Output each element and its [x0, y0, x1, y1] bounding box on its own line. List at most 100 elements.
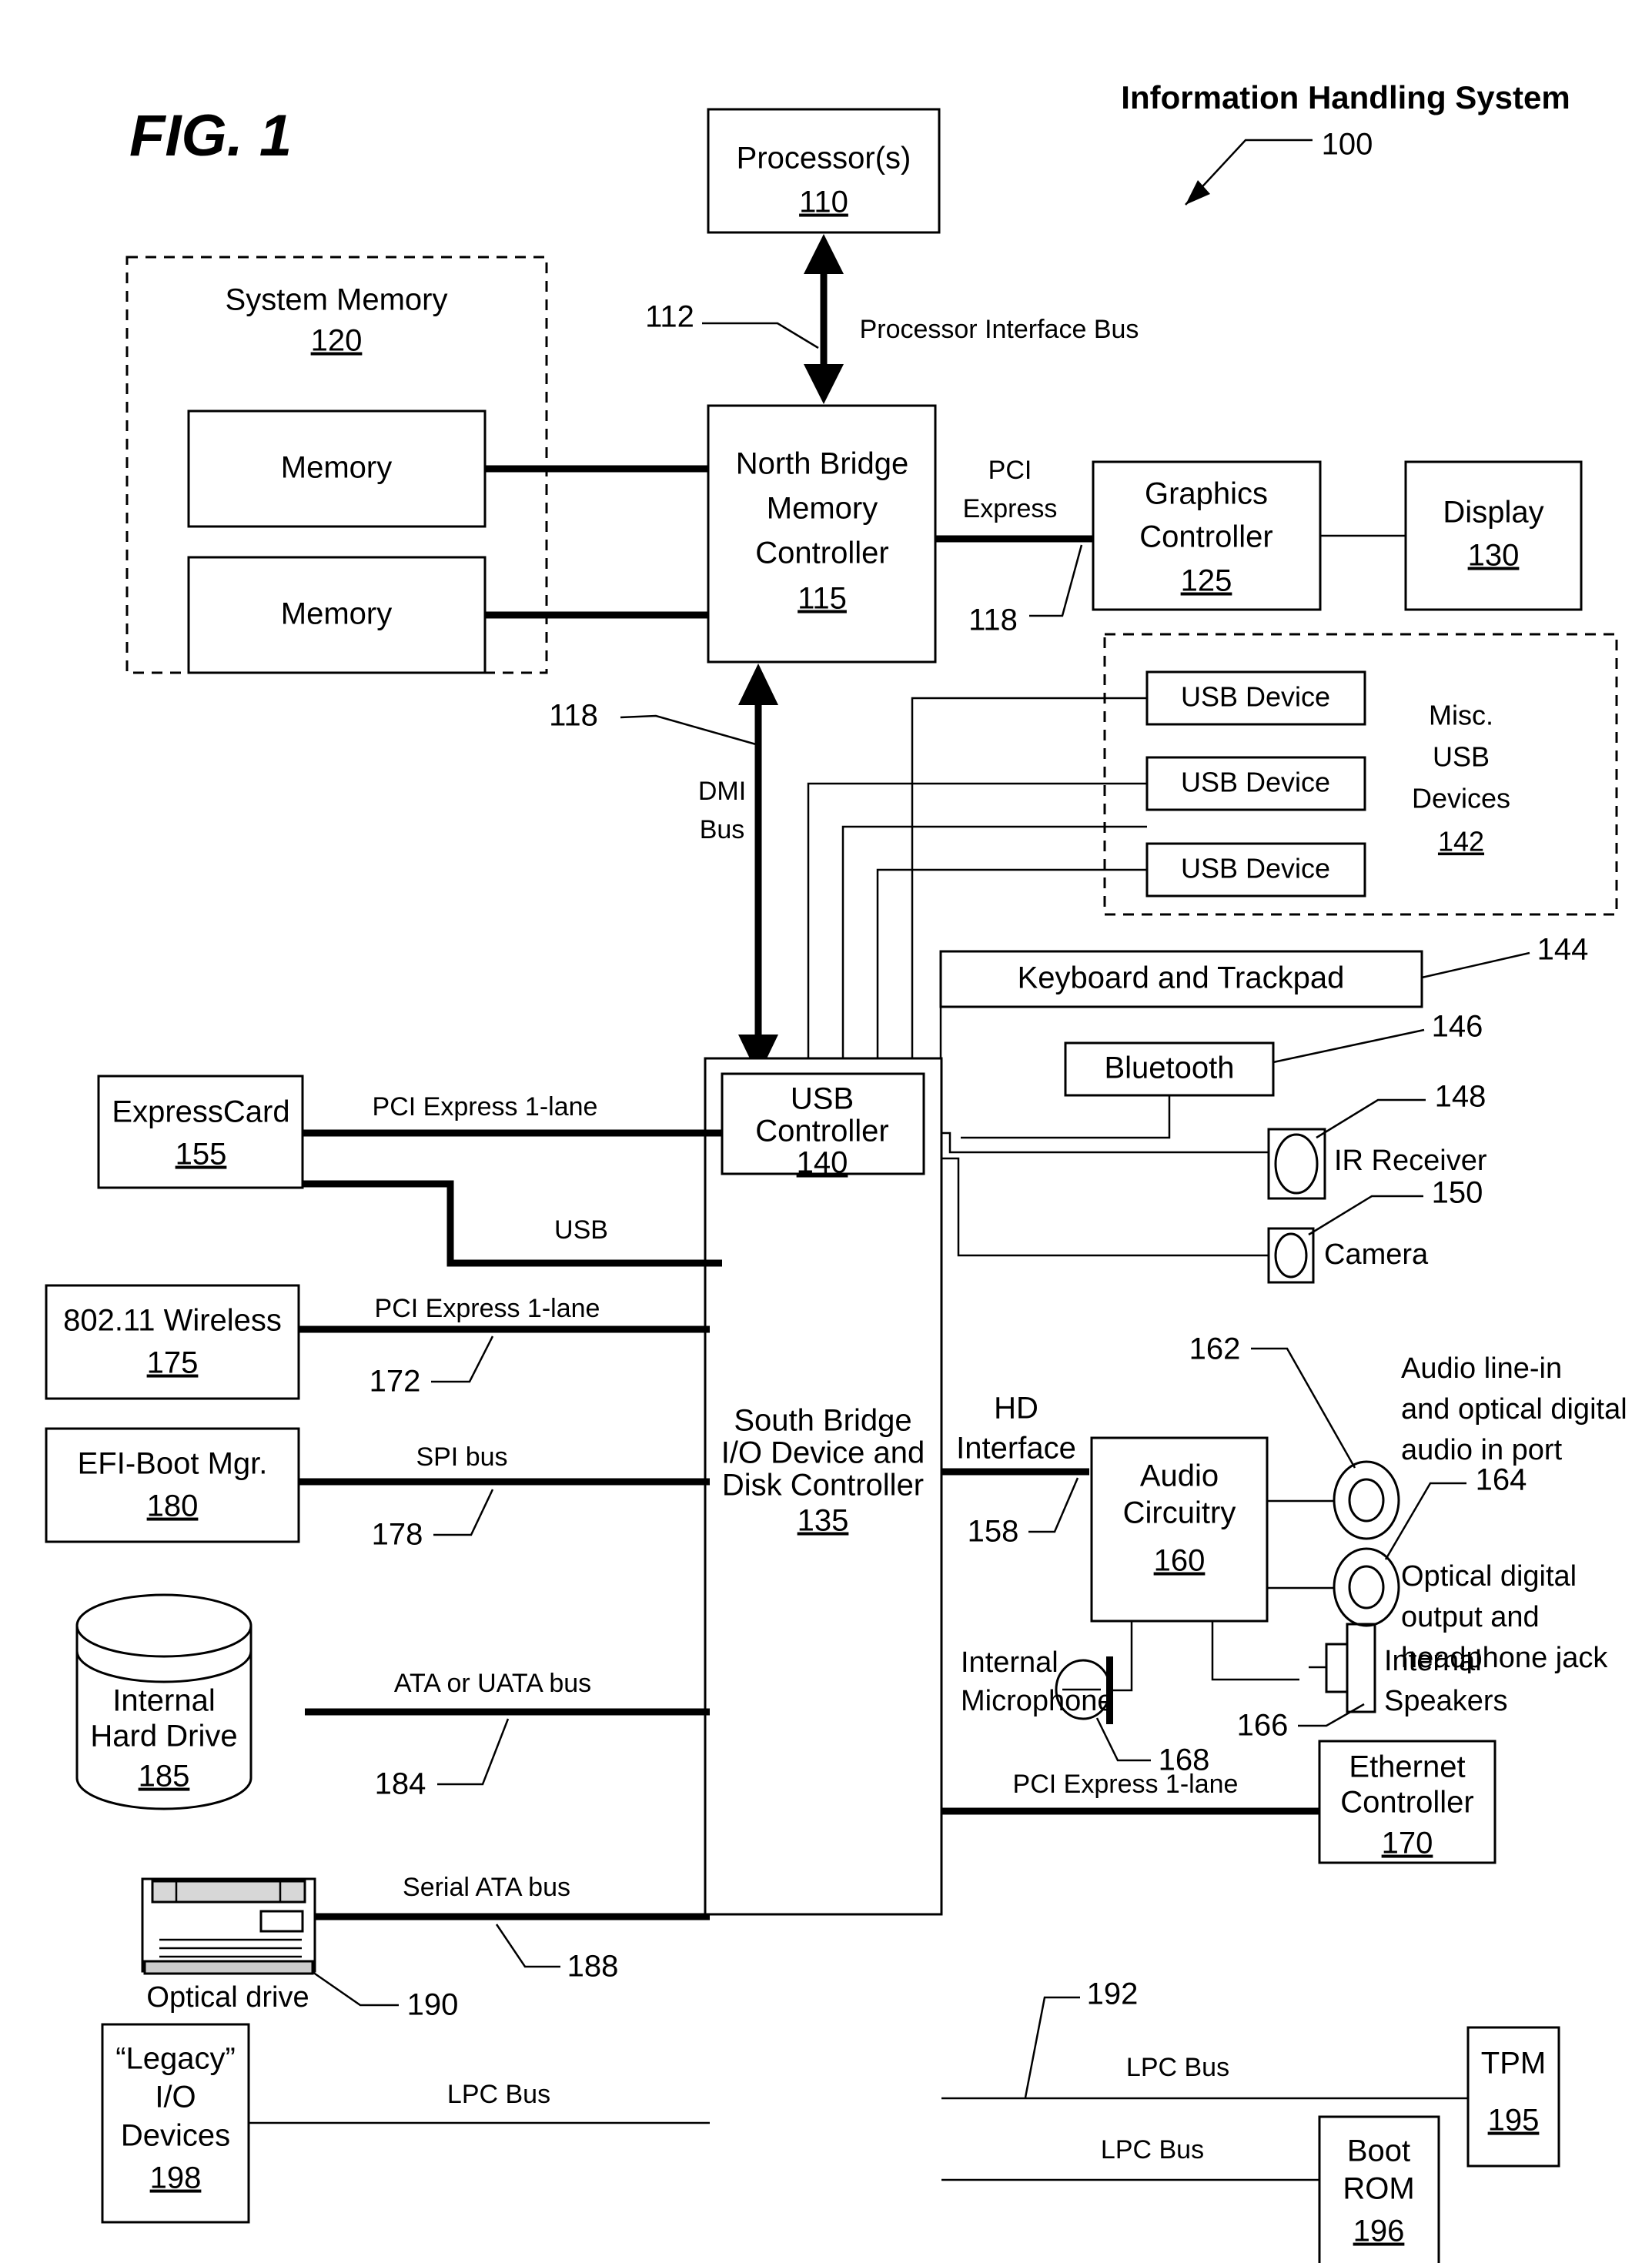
north-bridge-label-line3: Controller	[755, 537, 888, 570]
hard-drive-label-line1: Internal	[112, 1684, 215, 1718]
audio-line-in-label-line1: Audio line-in	[1401, 1352, 1562, 1385]
legacy-io-label-line2: I/O	[155, 2081, 196, 2114]
optical-out-label-line1: Optical digital	[1401, 1560, 1577, 1593]
lpc-boot-rom-bus-label: LPC Bus	[1101, 2135, 1204, 2164]
hard-drive-label-line2: Hard Drive	[90, 1720, 237, 1753]
audio-circuitry-label-line1: Audio	[1140, 1459, 1219, 1493]
efi-boot-mgr-ref: 180	[147, 1489, 199, 1523]
expresscard-ref: 155	[176, 1138, 227, 1172]
pcie-ethernet-label: PCI Express 1-lane	[1013, 1770, 1239, 1799]
ethernet-controller-label-line2: Controller	[1340, 1786, 1473, 1820]
audio-circuitry-label-line2: Circuitry	[1123, 1496, 1236, 1530]
ir-receiver-label: IR Receiver	[1334, 1145, 1487, 1177]
display-block[interactable]	[1404, 460, 1583, 611]
misc-usb-label-line1: Misc.	[1429, 700, 1493, 731]
hd-interface-ref: 158	[968, 1515, 1019, 1549]
display-label: Display	[1443, 496, 1543, 530]
usb-expresscard-label: USB	[554, 1215, 608, 1245]
internal-speakers-ref: 166	[1237, 1709, 1289, 1743]
south-bridge-label-line2: I/O Device and	[721, 1436, 925, 1470]
wireless-label: 802.11 Wireless	[63, 1304, 282, 1338]
dmi-bus-ref: 118	[549, 699, 598, 733]
efi-boot-mgr-block[interactable]	[45, 1427, 300, 1543]
pci-express-gfx-ref: 118	[968, 603, 1018, 637]
internal-speakers-icon-cone	[1346, 1623, 1376, 1713]
optical-drive-icon-slot	[151, 1880, 306, 1904]
ethernet-controller-label-line1: Ethernet	[1349, 1750, 1465, 1784]
optical-drive-label: Optical drive	[146, 1981, 309, 2014]
pci-express-gfx-label-line1: PCI	[988, 456, 1032, 485]
pcie-expresscard-label: PCI Express 1-lane	[373, 1092, 598, 1121]
north-bridge-label-line2: Memory	[767, 492, 878, 526]
serial-ata-bus-ref: 188	[567, 1950, 619, 1984]
usb-controller-label-line1-overlay: USB	[791, 1082, 854, 1116]
optical-out-jack-inner-icon	[1348, 1565, 1385, 1610]
pcie-wireless-label: PCI Express 1-lane	[375, 1294, 600, 1323]
spi-bus-ref: 178	[372, 1518, 423, 1552]
graphics-controller-label-line1: Graphics	[1145, 477, 1268, 511]
wireless-block[interactable]	[45, 1284, 300, 1400]
internal-microphone-label-line2: Microphone	[961, 1685, 1114, 1717]
legacy-io-ref: 198	[150, 2161, 202, 2195]
north-bridge-block[interactable]	[707, 404, 937, 664]
camera-label: Camera	[1324, 1238, 1429, 1271]
misc-usb-ref: 142	[1438, 826, 1484, 857]
audio-circuitry-ref: 160	[1154, 1544, 1206, 1578]
internal-speakers-icon-body	[1325, 1643, 1349, 1693]
display-ref: 130	[1468, 539, 1520, 573]
graphics-controller-label-line2: Controller	[1139, 520, 1272, 554]
processor-ref: 110	[799, 186, 848, 219]
expresscard-label: ExpressCard	[112, 1095, 289, 1129]
keyboard-trackpad-ref: 144	[1537, 933, 1589, 967]
internal-microphone-label-line1: Internal	[961, 1646, 1058, 1679]
system-memory-label: System Memory	[226, 283, 448, 317]
memory-block-2-label: Memory	[281, 597, 392, 631]
internal-speakers-label-line1: Internal	[1384, 1645, 1482, 1677]
audio-line-in-label-line3: audio in port	[1401, 1434, 1563, 1466]
processor-interface-bus-label: Processor Interface Bus	[860, 315, 1139, 344]
camera-ref: 150	[1432, 1176, 1483, 1210]
graphics-controller-ref: 125	[1181, 564, 1232, 598]
figure-title-ref: 100	[1322, 128, 1373, 162]
ata-bus-label: ATA or UATA bus	[394, 1669, 591, 1698]
tpm-label: TPM	[1481, 2047, 1546, 2081]
boot-rom-ref: 196	[1353, 2215, 1405, 2248]
lpc-tpm-bus-ref: 192	[1087, 1977, 1139, 2011]
misc-usb-label-line2: USB	[1433, 741, 1490, 773]
lpc-legacy-bus-label: LPC Bus	[447, 2080, 550, 2109]
optical-out-jack-outer-icon	[1333, 1547, 1400, 1627]
audio-line-in-ref: 162	[1189, 1332, 1241, 1366]
audio-line-in-label-line2: and optical digital	[1401, 1393, 1627, 1426]
hard-drive-icon-top	[75, 1593, 252, 1658]
dmi-bus-label-line2: Bus	[700, 815, 745, 844]
memory-block-1-label: Memory	[281, 451, 392, 485]
optical-out-ref: 164	[1476, 1463, 1527, 1497]
figure-title: Information Handling System	[1121, 79, 1570, 115]
figure-canvas: FIG. 1 Information Handling System 100 S…	[0, 0, 1652, 2263]
usb-device-1-label: USB Device	[1181, 681, 1330, 713]
optical-out-label-line2: output and	[1401, 1601, 1540, 1633]
tpm-ref: 195	[1488, 2104, 1540, 2138]
dmi-bus-label-line1: DMI	[698, 777, 746, 806]
south-bridge-label-line3: Disk Controller	[722, 1469, 924, 1503]
hard-drive-ref: 185	[139, 1760, 190, 1793]
optical-drive-icon-button	[259, 1910, 304, 1933]
lpc-tpm-bus-label: LPC Bus	[1126, 2053, 1229, 2082]
ir-receiver-ref: 148	[1435, 1080, 1486, 1114]
optical-drive-icon-base	[143, 1960, 314, 1975]
boot-rom-label-line1: Boot	[1347, 2134, 1410, 2168]
legacy-io-label-line3: Devices	[121, 2119, 230, 2153]
bluetooth-ref: 146	[1432, 1010, 1483, 1044]
audio-line-in-jack-inner-icon	[1348, 1478, 1385, 1523]
internal-speakers-label-line2: Speakers	[1384, 1685, 1508, 1717]
hd-interface-label-line2: Interface	[956, 1432, 1076, 1466]
north-bridge-ref: 115	[798, 582, 847, 616]
processor-interface-bus-ref: 112	[645, 300, 694, 334]
pcie-wireless-ref: 172	[370, 1365, 421, 1399]
ethernet-controller-ref: 170	[1382, 1827, 1433, 1860]
north-bridge-label-line1: North Bridge	[736, 447, 909, 481]
processor-label: Processor(s)	[737, 142, 911, 175]
keyboard-trackpad-label: Keyboard and Trackpad	[1018, 961, 1345, 995]
south-bridge-label-line1: South Bridge	[734, 1404, 911, 1438]
bluetooth-label: Bluetooth	[1104, 1051, 1234, 1085]
